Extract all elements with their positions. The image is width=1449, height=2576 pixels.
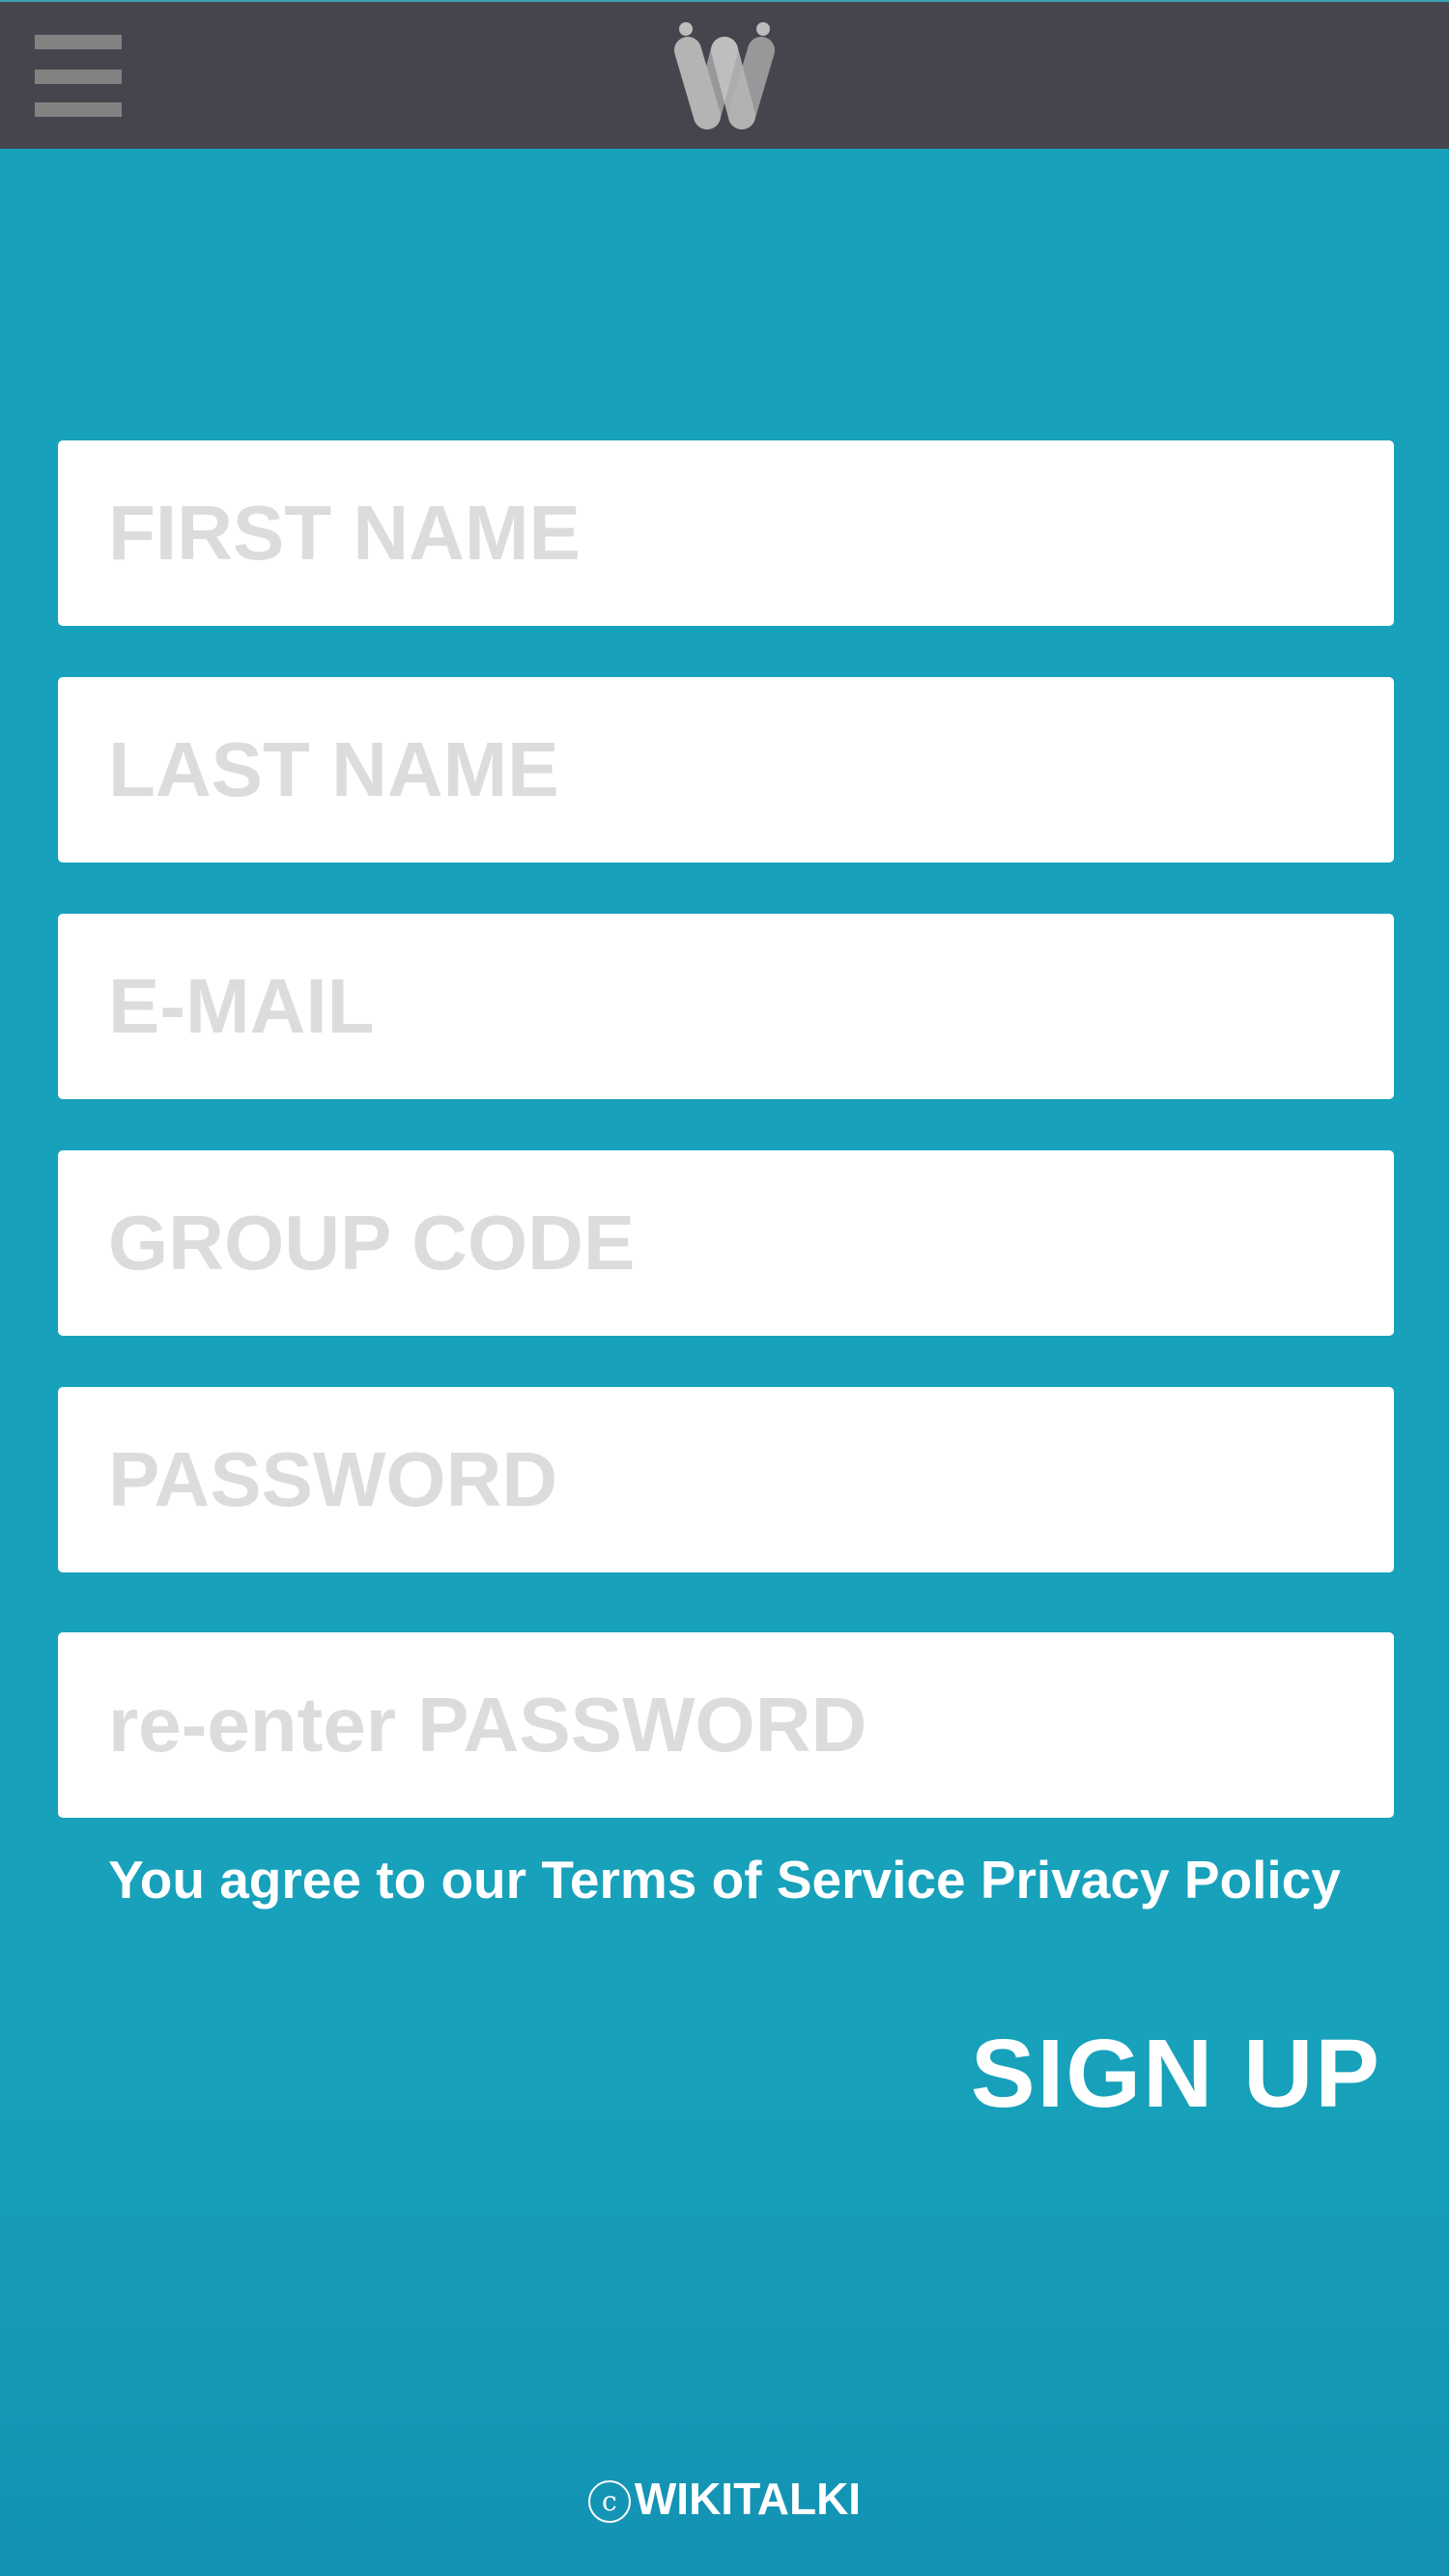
password-input[interactable]: [58, 1387, 1394, 1572]
copyright-icon: c: [587, 2480, 631, 2523]
wikitalki-logo-icon[interactable]: [667, 19, 782, 133]
first-name-input[interactable]: [58, 440, 1394, 626]
hamburger-menu-icon[interactable]: [35, 35, 122, 118]
footer-brand: WIKITALKI: [634, 2474, 862, 2524]
email-input[interactable]: [58, 914, 1394, 1099]
password-confirm-input[interactable]: [58, 1632, 1394, 1818]
terms-of-service-link[interactable]: Terms of Service: [541, 1850, 965, 1910]
group-code-input[interactable]: [58, 1150, 1394, 1336]
last-name-input[interactable]: [58, 677, 1394, 863]
terms-prefix: You agree to our: [108, 1850, 527, 1910]
privacy-policy-link[interactable]: Privacy Policy: [980, 1850, 1341, 1910]
terms-notice: You agree to our Terms of Service Privac…: [0, 1849, 1449, 1911]
footer-copyright: c WIKITALKI: [0, 2473, 1449, 2525]
top-bar: [0, 0, 1449, 149]
sign-up-button[interactable]: SIGN UP: [971, 2019, 1381, 2130]
